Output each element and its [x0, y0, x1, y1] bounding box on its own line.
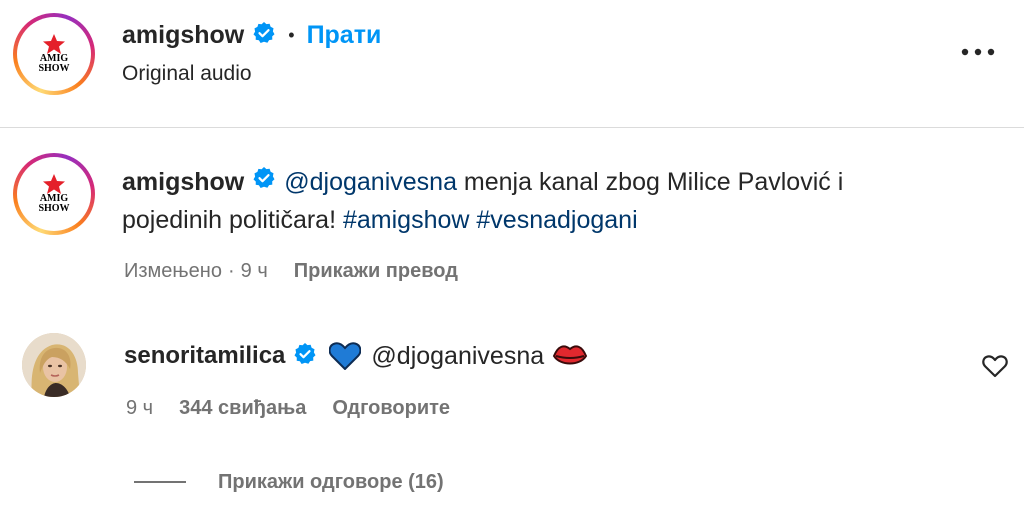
kiss-mark-emoji	[552, 342, 588, 370]
verified-icon	[293, 342, 317, 371]
star-icon	[43, 34, 65, 54]
more-options-button[interactable]	[958, 40, 998, 64]
post-header: AMIG SHOW amigshow • Прати Original audi…	[0, 0, 1024, 128]
verified-icon	[252, 21, 276, 50]
header-avatar[interactable]: AMIG SHOW	[13, 13, 95, 95]
more-horizontal-icon	[961, 48, 995, 56]
verified-icon	[252, 163, 276, 201]
comment-avatar[interactable]	[22, 333, 86, 397]
caption-username[interactable]: amigshow	[122, 163, 244, 201]
star-icon	[43, 174, 65, 194]
comment-timestamp[interactable]: 9 ч	[126, 397, 153, 420]
original-audio-link[interactable]: Original audio	[122, 62, 252, 86]
edited-label: Измењено	[124, 259, 222, 282]
caption-text: amigshow @djoganivesna menja kanal zbog …	[122, 163, 982, 239]
likes-count[interactable]: 344 свиђања	[179, 397, 306, 420]
separator-dot: ·	[227, 259, 235, 282]
amigshow-logo: AMIG SHOW	[21, 161, 87, 227]
hashtag-link[interactable]: #amigshow	[343, 206, 469, 234]
hashtag-link[interactable]: #vesnadjogani	[476, 206, 637, 234]
see-translation-button[interactable]: Прикажи превод	[294, 260, 458, 283]
caption-meta: Измењено · 9 ч Прикажи превод	[124, 258, 458, 284]
follow-button[interactable]: Прати	[307, 21, 382, 50]
mention-link[interactable]: @djoganivesna	[371, 337, 544, 375]
header-username[interactable]: amigshow	[122, 21, 244, 50]
separator-dot: •	[288, 24, 295, 45]
user-photo-image	[22, 333, 86, 397]
caption-text-part2: pojedinih političara!	[122, 206, 343, 234]
comment-meta: 9 ч 344 свиђања Одговорите	[126, 395, 450, 421]
view-replies-label: Прикажи одговоре (16)	[218, 470, 444, 493]
timestamp[interactable]: 9 ч	[241, 260, 268, 283]
caption-text-part1: menja kanal zbog Milice Pavlović i	[456, 168, 844, 196]
blue-heart-emoji	[329, 342, 362, 370]
caption-avatar[interactable]: AMIG SHOW	[13, 153, 95, 235]
like-comment-button[interactable]	[982, 354, 1010, 380]
amigshow-logo: AMIG SHOW	[21, 21, 87, 87]
reply-button[interactable]: Одговорите	[332, 397, 450, 420]
view-replies-button[interactable]: Прикажи одговоре (16)	[134, 468, 444, 496]
heart-outline-icon	[982, 355, 1008, 378]
mention-link[interactable]: @djoganivesna	[284, 163, 457, 201]
comment-username[interactable]: senoritamilica	[124, 342, 285, 370]
replies-divider-line	[134, 481, 186, 483]
